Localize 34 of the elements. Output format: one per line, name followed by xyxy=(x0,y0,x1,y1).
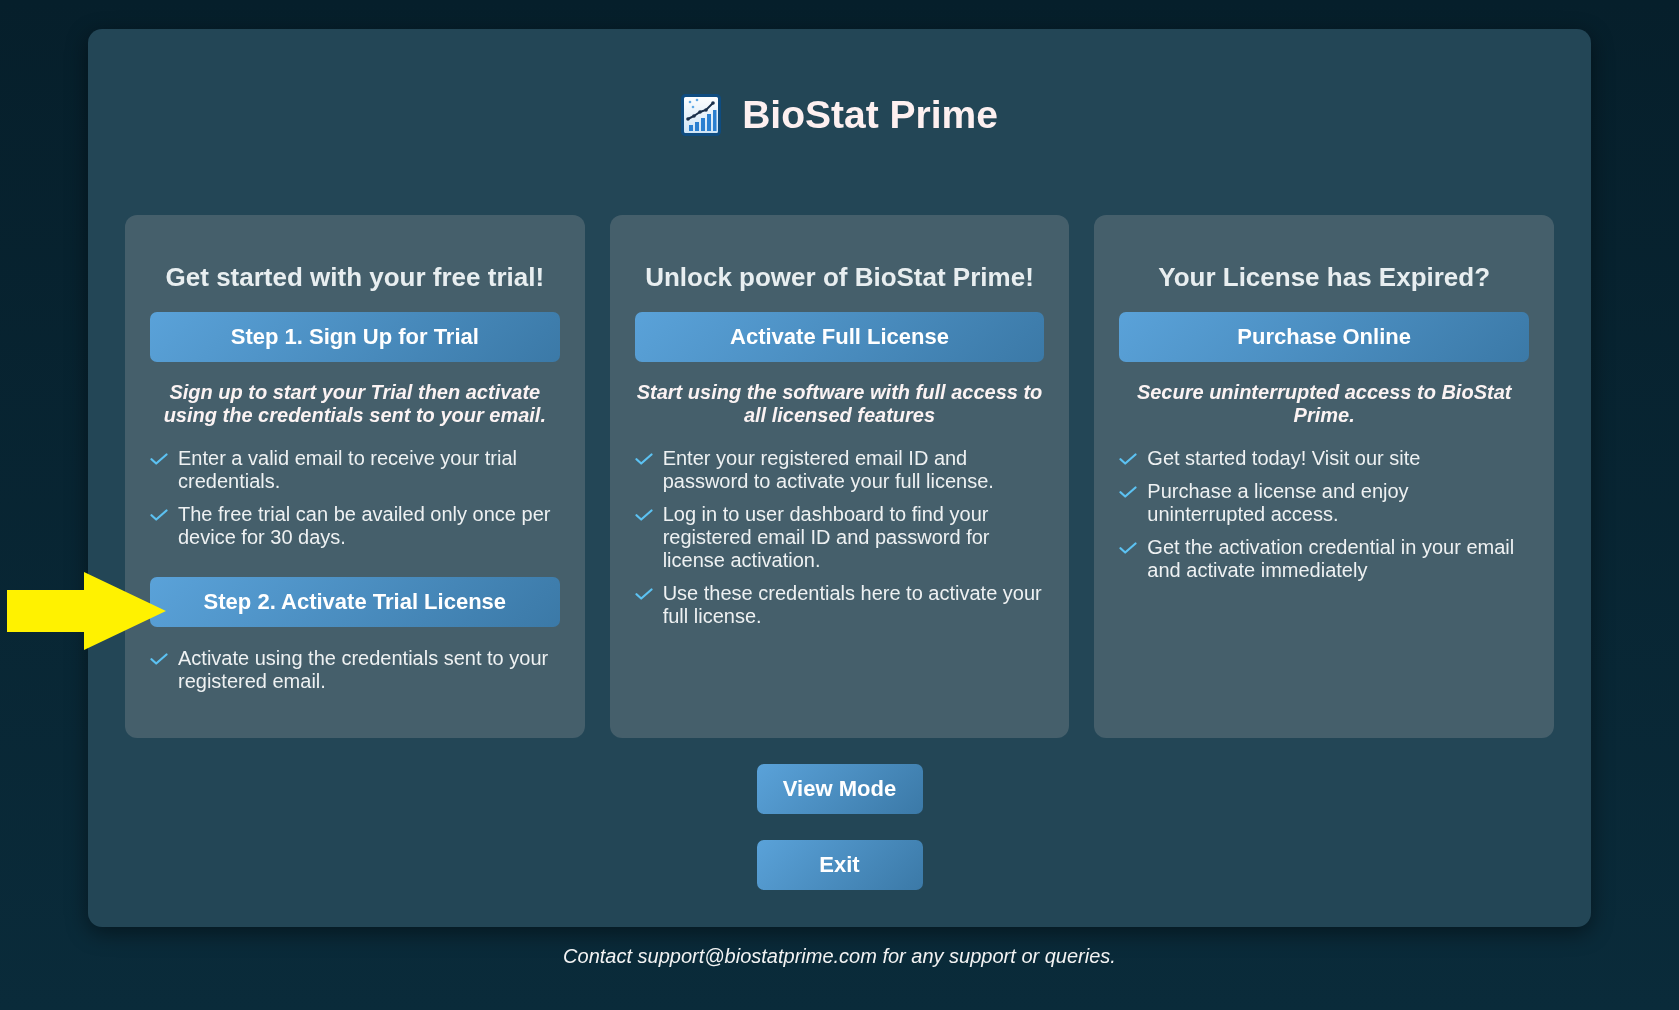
check-icon xyxy=(634,587,653,600)
check-icon xyxy=(634,508,653,521)
card-heading: Unlock power of BioStat Prime! xyxy=(644,262,1035,292)
checklist-text: Enter a valid email to receive your trial credentials. xyxy=(178,446,519,493)
checklist-text: Enter your registered email ID and password to activate your full license. xyxy=(662,446,995,493)
card-description: Secure uninterrupted access to BioStat Prime. xyxy=(1135,380,1513,427)
check-icon xyxy=(150,508,168,521)
card-description: Start using the software with full access to all licensed features xyxy=(635,380,1044,427)
action-button[interactable]: View Mode xyxy=(756,763,923,814)
card-heading: Get started with your free trial! xyxy=(164,262,546,292)
app-title: BioStat Prime xyxy=(742,92,998,138)
card-action-button[interactable]: Activate Full License xyxy=(634,311,1045,362)
checklist-text: Activate using the credentials sent to your registered email. xyxy=(178,646,550,693)
check-icon xyxy=(150,652,168,665)
card-action-button[interactable]: Step 1. Sign Up for Trial xyxy=(150,311,560,362)
card-action-button[interactable]: Purchase Online xyxy=(1119,311,1529,362)
checklist-text: Purchase a license and enjoy uninterrupted access. xyxy=(1147,479,1410,526)
card-heading: Your License has Expired? xyxy=(1157,262,1492,292)
check-icon xyxy=(150,452,168,465)
card-description: Sign up to start your Trial then activate using the credentials sent to your email. xyxy=(162,380,547,427)
support-contact-text: Contact support@biostatprime.com for any support or queries. xyxy=(563,943,1116,968)
chart-logo-icon xyxy=(681,94,722,136)
arrow-icon xyxy=(7,572,166,650)
check-icon xyxy=(634,452,653,465)
check-icon xyxy=(1119,541,1138,554)
checklist-text: The free trial can be availed only once per device for 30 days. xyxy=(178,502,552,549)
card-action-button[interactable]: Step 2. Activate Trial License xyxy=(150,576,560,627)
checklist-text: Get the activation credential in your email and activate immediately xyxy=(1147,535,1516,582)
check-icon xyxy=(1119,485,1138,498)
check-icon xyxy=(1119,452,1138,465)
checklist-text: Get started today! Visit our site xyxy=(1147,446,1422,470)
action-button[interactable]: Exit xyxy=(756,839,923,890)
checklist-text: Log in to user dashboard to find your registered email ID and password for license activation. xyxy=(662,502,991,572)
checklist-text: Use these credentials here to activate your full license. xyxy=(662,581,1043,628)
